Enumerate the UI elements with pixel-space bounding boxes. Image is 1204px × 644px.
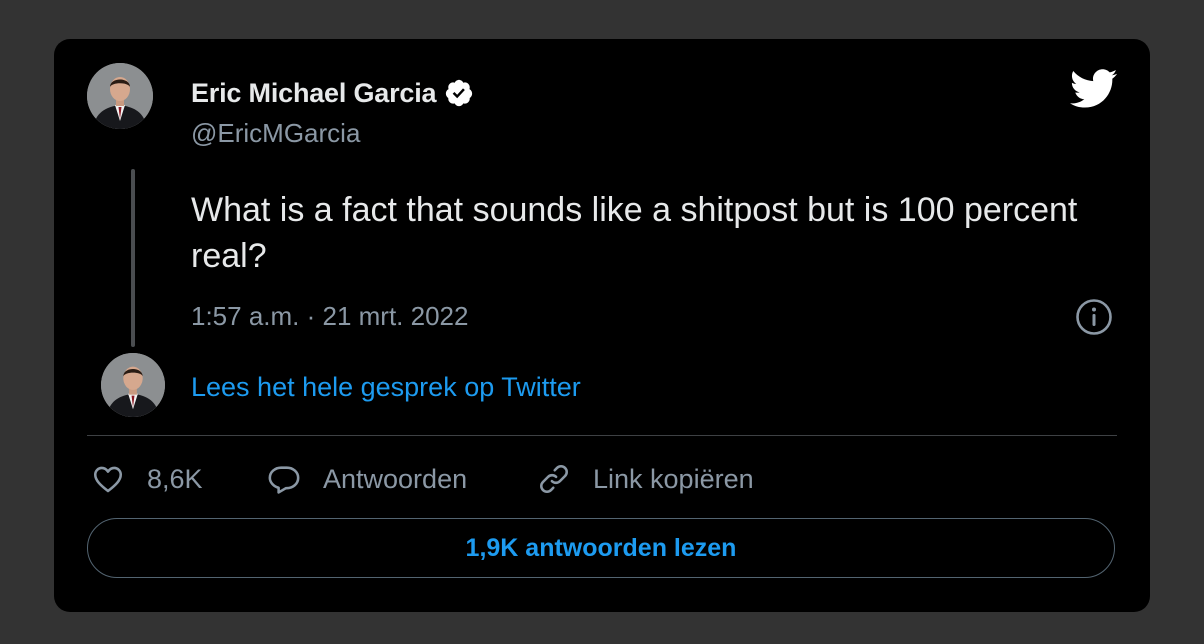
thread-line [131, 169, 135, 347]
info-icon[interactable] [1075, 298, 1113, 336]
read-replies-button[interactable]: 1,9K antwoorden lezen [87, 518, 1115, 578]
verified-badge-icon [446, 79, 473, 107]
like-count: 8,6K [147, 463, 203, 494]
author-name-row[interactable]: Eric Michael Garcia [191, 75, 474, 111]
divider [87, 435, 1117, 436]
reply-author-avatar[interactable] [101, 353, 165, 417]
like-button[interactable]: 8,6K [91, 461, 203, 497]
twitter-bird-icon[interactable] [1070, 69, 1118, 109]
copy-link-label: Link kopiëren [593, 463, 754, 494]
speech-bubble-icon [268, 466, 300, 494]
reply-label: Antwoorden [323, 463, 468, 494]
read-conversation-link[interactable]: Lees het hele gesprek op Twitter [191, 372, 581, 403]
tweet-embed-card: Eric Michael Garcia @EricMGarcia What is… [54, 39, 1150, 612]
author-name[interactable]: Eric Michael Garcia [191, 78, 437, 109]
author-avatar[interactable] [87, 63, 153, 129]
link-icon [540, 465, 568, 493]
author-handle[interactable]: @EricMGarcia [191, 118, 360, 149]
tweet-timestamp[interactable]: 1:57 a.m. · 21 mrt. 2022 [191, 301, 468, 332]
heart-icon [93, 466, 123, 493]
tweet-text: What is a fact that sounds like a shitpo… [191, 191, 1078, 275]
copy-link-button[interactable]: Link kopiëren [537, 461, 754, 497]
reply-button[interactable]: Antwoorden [267, 461, 467, 497]
read-replies-label: 1,9K antwoorden lezen [465, 533, 737, 562]
